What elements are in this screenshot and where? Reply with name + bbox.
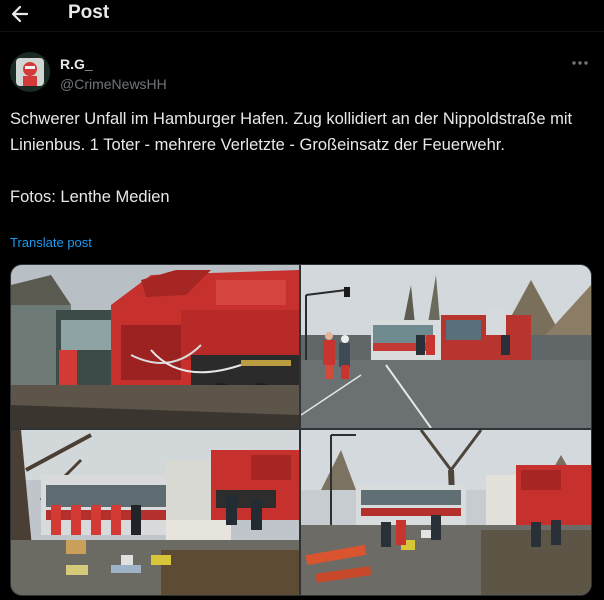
page-title: Post [68, 2, 110, 23]
more-options-button[interactable] [570, 56, 590, 70]
photo-rescue-equipment[interactable] [11, 430, 299, 595]
author-display-name[interactable]: R.G_ [60, 56, 93, 72]
arrow-left-icon [11, 5, 29, 23]
photo-scene-overview[interactable] [301, 430, 591, 595]
photo-firefighters-street-image [301, 265, 591, 428]
media-grid [10, 264, 592, 596]
post-text: Schwerer Unfall im Hamburger Hafen. Zug … [10, 110, 573, 206]
photo-train-bus-collision[interactable] [11, 265, 299, 428]
photo-scene-overview-image [301, 430, 591, 595]
avatar-image [10, 52, 50, 92]
header-divider [0, 31, 604, 32]
back-button[interactable] [9, 3, 31, 25]
more-icon [572, 61, 588, 65]
translate-post-link[interactable]: Translate post [10, 235, 92, 250]
photo-rescue-equipment-image [11, 430, 299, 595]
top-bar: Post [0, 0, 604, 30]
avatar[interactable] [10, 52, 50, 92]
photo-firefighters-street[interactable] [301, 265, 591, 428]
photo-train-bus-collision-image [11, 265, 299, 428]
author-handle[interactable]: @CrimeNewsHH [60, 76, 167, 92]
